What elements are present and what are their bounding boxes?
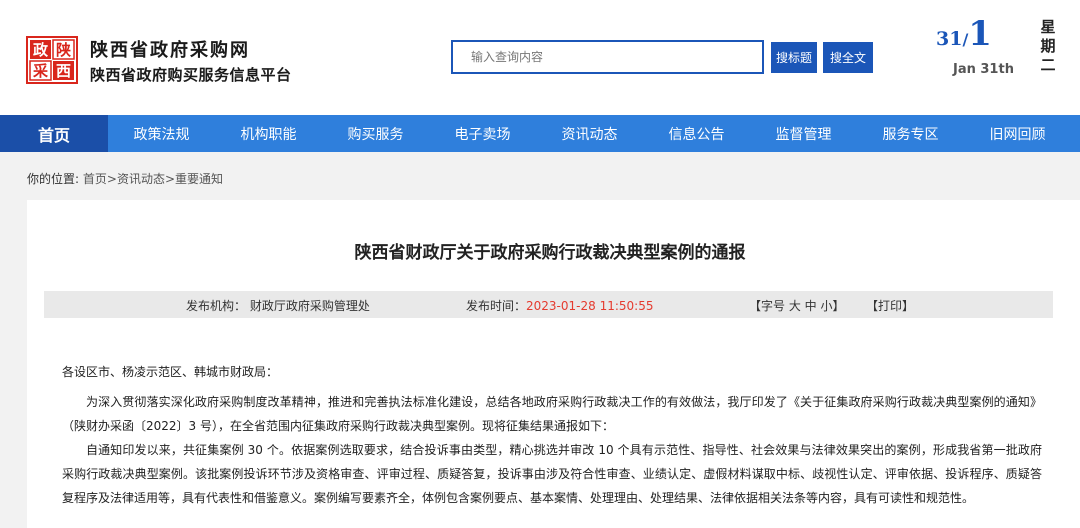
article-paragraph: 自通知印发以来，共征集案例 30 个。依据案例选取要求，结合投诉事由类型，精心挑… <box>62 443 1042 505</box>
date-month: 1 <box>968 14 992 54</box>
search-box <box>451 40 764 74</box>
meta-time-value: 2023-01-28 11:50:55 <box>526 299 654 313</box>
nav-item-home[interactable]: 首页 <box>0 115 108 152</box>
article-body: 各设区市、杨凌示范区、韩城市财政局： 为深入贯彻落实深化政府采购制度改革精神，推… <box>62 360 1042 510</box>
breadcrumb-page[interactable]: >重要通知 <box>165 172 223 186</box>
nav-item-service-zone[interactable]: 服务专区 <box>857 115 964 152</box>
breadcrumb-section[interactable]: >资讯动态 <box>107 172 165 186</box>
svg-text:采: 采 <box>32 62 49 80</box>
font-size-control[interactable]: 【字号 大 中 小】 <box>749 297 844 314</box>
nav-item-policy[interactable]: 政策法规 <box>108 115 215 152</box>
date-display: 31/1 <box>936 14 992 54</box>
date-english: Jan 31th <box>953 62 1014 77</box>
nav-item-supervision[interactable]: 监督管理 <box>750 115 857 152</box>
article-meta-bar: 发布机构： 财政厅政府采购管理处 发布时间：2023-01-28 11:50:5… <box>44 291 1053 318</box>
search-title-button[interactable]: 搜标题 <box>771 42 817 73</box>
svg-text:政: 政 <box>33 41 49 59</box>
search-input[interactable] <box>453 42 762 72</box>
nav-item-news[interactable]: 资讯动态 <box>536 115 643 152</box>
weekday: 星期二 <box>1040 18 1056 74</box>
main-nav: 首页 政策法规 机构职能 购买服务 电子卖场 资讯动态 信息公告 监督管理 服务… <box>0 115 1080 152</box>
site-title[interactable]: 陕西省政府采购网 <box>90 36 250 62</box>
site-logo-seal[interactable]: 政 陕 采 西 <box>26 36 78 84</box>
article-salutation: 各设区市、杨凌示范区、韩城市财政局： <box>62 365 279 379</box>
breadcrumb: 你的位置: 首页>资讯动态>重要通知 <box>27 170 223 187</box>
nav-item-announcements[interactable]: 信息公告 <box>643 115 750 152</box>
breadcrumb-label: 你的位置: <box>27 172 80 186</box>
meta-time-label: 发布时间： <box>466 299 527 313</box>
print-button[interactable]: 【打印】 <box>866 297 914 314</box>
svg-text:西: 西 <box>56 62 71 80</box>
meta-agency: 发布机构： 财政厅政府采购管理处 <box>186 297 370 314</box>
svg-text:陕: 陕 <box>56 41 71 59</box>
article-panel: 陕西省财政厅关于政府采购行政裁决典型案例的通报 发布机构： 财政厅政府采购管理处… <box>27 200 1080 528</box>
nav-item-purchase-services[interactable]: 购买服务 <box>322 115 429 152</box>
breadcrumb-home[interactable]: 首页 <box>83 172 107 186</box>
date-day: 31 <box>936 28 963 50</box>
nav-item-old-site[interactable]: 旧网回顾 <box>964 115 1071 152</box>
search-fulltext-button[interactable]: 搜全文 <box>823 42 873 73</box>
site-subtitle[interactable]: 陕西省政府购买服务信息平台 <box>90 64 292 85</box>
site-header: 政 陕 采 西 陕西省政府采购网 陕西省政府购买服务信息平台 搜标题 搜全文 3… <box>0 0 1080 115</box>
meta-agency-label: 发布机构： <box>186 299 247 313</box>
article-title: 陕西省财政厅关于政府采购行政裁决典型案例的通报 <box>354 243 746 263</box>
nav-item-institutions[interactable]: 机构职能 <box>215 115 322 152</box>
meta-agency-value: 财政厅政府采购管理处 <box>249 299 370 313</box>
meta-time: 发布时间：2023-01-28 11:50:55 <box>466 297 653 314</box>
nav-item-e-mall[interactable]: 电子卖场 <box>429 115 536 152</box>
article-paragraph: 为深入贯彻落实深化政府采购制度改革精神，推进和完善执法标准化建设，总结各地政府采… <box>62 395 1042 433</box>
